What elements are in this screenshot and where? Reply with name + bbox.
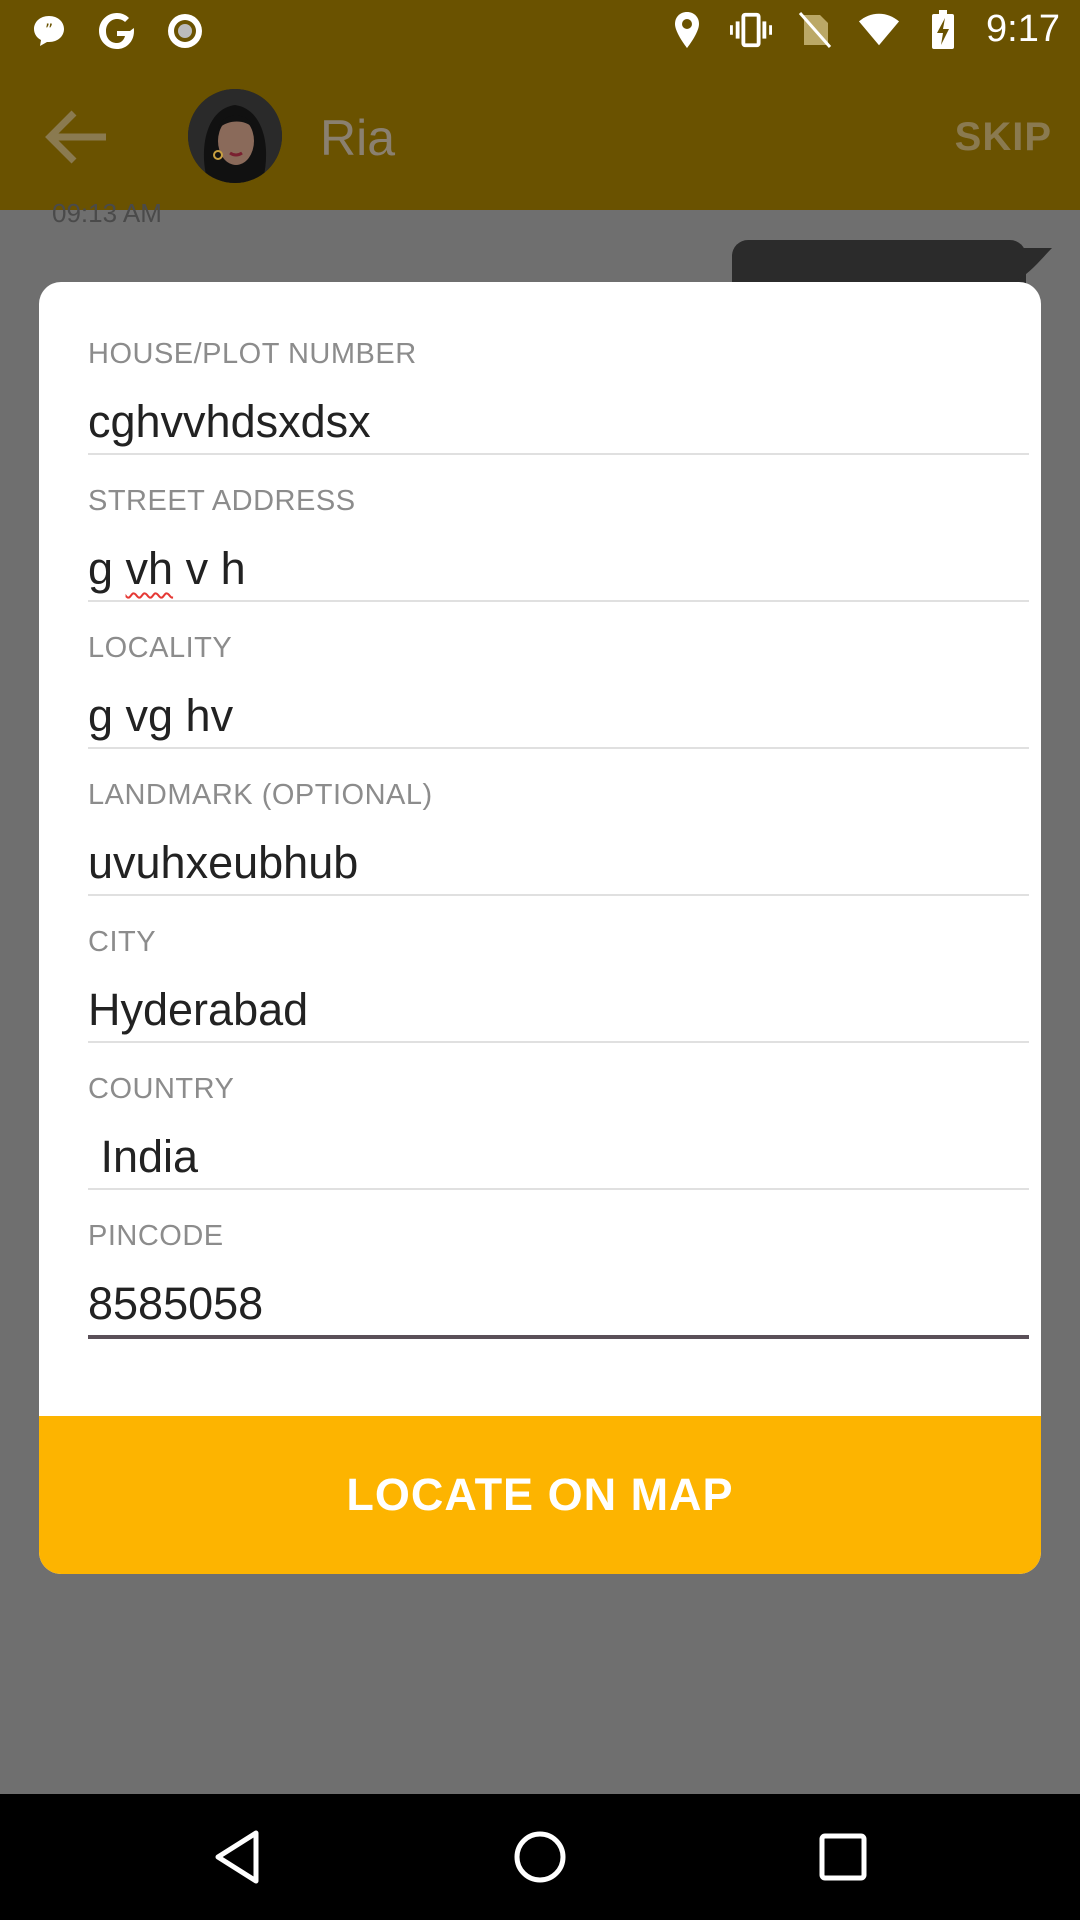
triangle-back-icon <box>215 1830 259 1884</box>
navigation-bar <box>0 1794 1080 1920</box>
field-underline <box>88 1041 1029 1043</box>
vibrate-icon <box>730 9 773 51</box>
skip-button[interactable]: SKIP <box>955 115 1052 160</box>
pincode-field[interactable]: PINCODE 8585058 <box>88 1220 1029 1339</box>
street-text-pre: g <box>88 543 126 594</box>
contact-name[interactable]: Ria <box>320 109 395 167</box>
field-underline <box>88 747 1029 749</box>
landmark-input[interactable]: uvuhxeubhub <box>88 832 1029 894</box>
status-time: 9:17 <box>986 8 1060 50</box>
status-bar: ” 9:17 <box>0 0 1080 63</box>
house-number-field[interactable]: HOUSE/PLOT NUMBER cghvvhdsxdsx <box>88 338 1029 455</box>
field-underline <box>88 894 1029 896</box>
nav-home-button[interactable] <box>505 1822 575 1892</box>
landmark-field[interactable]: LANDMARK (OPTIONAL) uvuhxeubhub <box>88 779 1029 896</box>
svg-text:”: ” <box>45 20 53 39</box>
battery-charging-icon <box>922 9 964 51</box>
locality-field[interactable]: LOCALITY g vg hv <box>88 632 1029 749</box>
circle-home-icon <box>514 1831 566 1883</box>
chat-timestamp: 09:13 AM <box>52 198 162 228</box>
spellcheck-word: vh <box>125 543 174 594</box>
pincode-input[interactable]: 8585058 <box>88 1273 1029 1335</box>
city-field[interactable]: CITY Hyderabad <box>88 926 1029 1043</box>
street-address-field[interactable]: STREET ADDRESS g vh v h <box>88 485 1029 602</box>
google-icon <box>96 10 138 52</box>
locate-on-map-button[interactable]: LOCATE ON MAP <box>39 1416 1041 1574</box>
address-dialog: HOUSE/PLOT NUMBER cghvvhdsxdsx STREET AD… <box>39 282 1041 1574</box>
house-number-label: HOUSE/PLOT NUMBER <box>88 338 417 370</box>
nav-back-button[interactable] <box>202 1822 272 1892</box>
street-text-post: v h <box>173 543 246 594</box>
avatar[interactable] <box>188 89 282 183</box>
country-label: COUNTRY <box>88 1073 235 1105</box>
location-pin-icon <box>666 9 708 51</box>
no-sim-icon <box>794 9 836 51</box>
field-underline <box>88 600 1029 602</box>
house-number-input[interactable]: cghvvhdsxdsx <box>88 391 1029 453</box>
city-input[interactable]: Hyderabad <box>88 979 1029 1041</box>
landmark-label: LANDMARK (OPTIONAL) <box>88 779 433 811</box>
app-bar: Ria SKIP <box>0 63 1080 210</box>
locality-input[interactable]: g vg hv <box>88 685 1029 747</box>
nav-recents-button[interactable] <box>808 1822 878 1892</box>
field-underline-active <box>88 1335 1029 1339</box>
street-address-input[interactable]: g vh v h <box>88 538 1029 600</box>
avatar-woman-icon <box>188 89 282 183</box>
country-input[interactable]: India <box>88 1126 1029 1188</box>
square-recents-icon <box>819 1833 867 1881</box>
city-label: CITY <box>88 926 157 958</box>
message-bubble-icon: ” <box>28 10 70 52</box>
record-icon <box>164 10 206 52</box>
street-address-label: STREET ADDRESS <box>88 485 356 517</box>
back-button[interactable] <box>36 101 116 173</box>
field-underline <box>88 453 1029 455</box>
field-underline <box>88 1188 1029 1190</box>
country-field[interactable]: COUNTRY India <box>88 1073 1029 1190</box>
wifi-icon <box>858 9 900 51</box>
arrow-back-icon <box>45 110 106 164</box>
locality-label: LOCALITY <box>88 632 233 664</box>
pincode-label: PINCODE <box>88 1220 224 1252</box>
